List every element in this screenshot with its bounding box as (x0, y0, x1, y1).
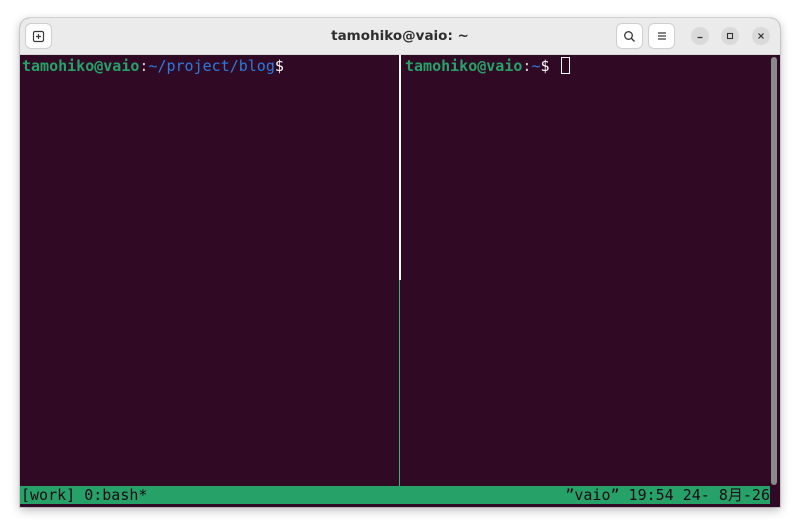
left-pane[interactable]: tamohiko@vaio:~/project/blog$ (20, 55, 399, 486)
prompt-path: ~/project/blog (148, 57, 275, 75)
hamburger-menu-icon (657, 32, 666, 40)
minimize-button[interactable] (691, 27, 709, 45)
right-pane[interactable]: tamohiko@vaio:~$ (401, 55, 770, 486)
text-cursor (560, 57, 570, 74)
tmux-status-bar: [work] 0:bash* ”vaio” 19:54 24- 8月-26 (20, 486, 770, 504)
minimize-icon (697, 36, 703, 39)
menu-button[interactable] (648, 23, 675, 49)
prompt-dollar: $ (274, 57, 284, 75)
close-button[interactable] (752, 27, 770, 45)
search-button[interactable] (616, 23, 643, 49)
prompt-user-host: tamohiko@vaio (405, 57, 523, 75)
close-icon (758, 33, 764, 39)
search-icon (624, 30, 635, 42)
title-bar: tamohiko@vaio: ~ (20, 18, 780, 55)
pane-divider[interactable] (399, 280, 400, 486)
maximize-button[interactable] (721, 27, 739, 45)
maximize-icon (726, 32, 734, 40)
terminal-area[interactable]: tamohiko@vaio:~/project/blog$ tamohiko@v… (20, 55, 780, 507)
tmux-session-window: [work] 0:bash* (21, 486, 148, 504)
tmux-host-datetime: ”vaio” 19:54 24- 8月-26 (565, 486, 770, 504)
left-prompt: tamohiko@vaio:~/project/blog$ (22, 57, 284, 75)
prompt-user-host: tamohiko@vaio (22, 57, 140, 75)
terminal-window: tamohiko@vaio: ~ tamohiko@vaio:~/project… (20, 18, 780, 507)
prompt-dollar: $ (540, 57, 559, 75)
right-prompt: tamohiko@vaio:~$ (405, 57, 570, 75)
scrollbar[interactable] (771, 57, 777, 485)
